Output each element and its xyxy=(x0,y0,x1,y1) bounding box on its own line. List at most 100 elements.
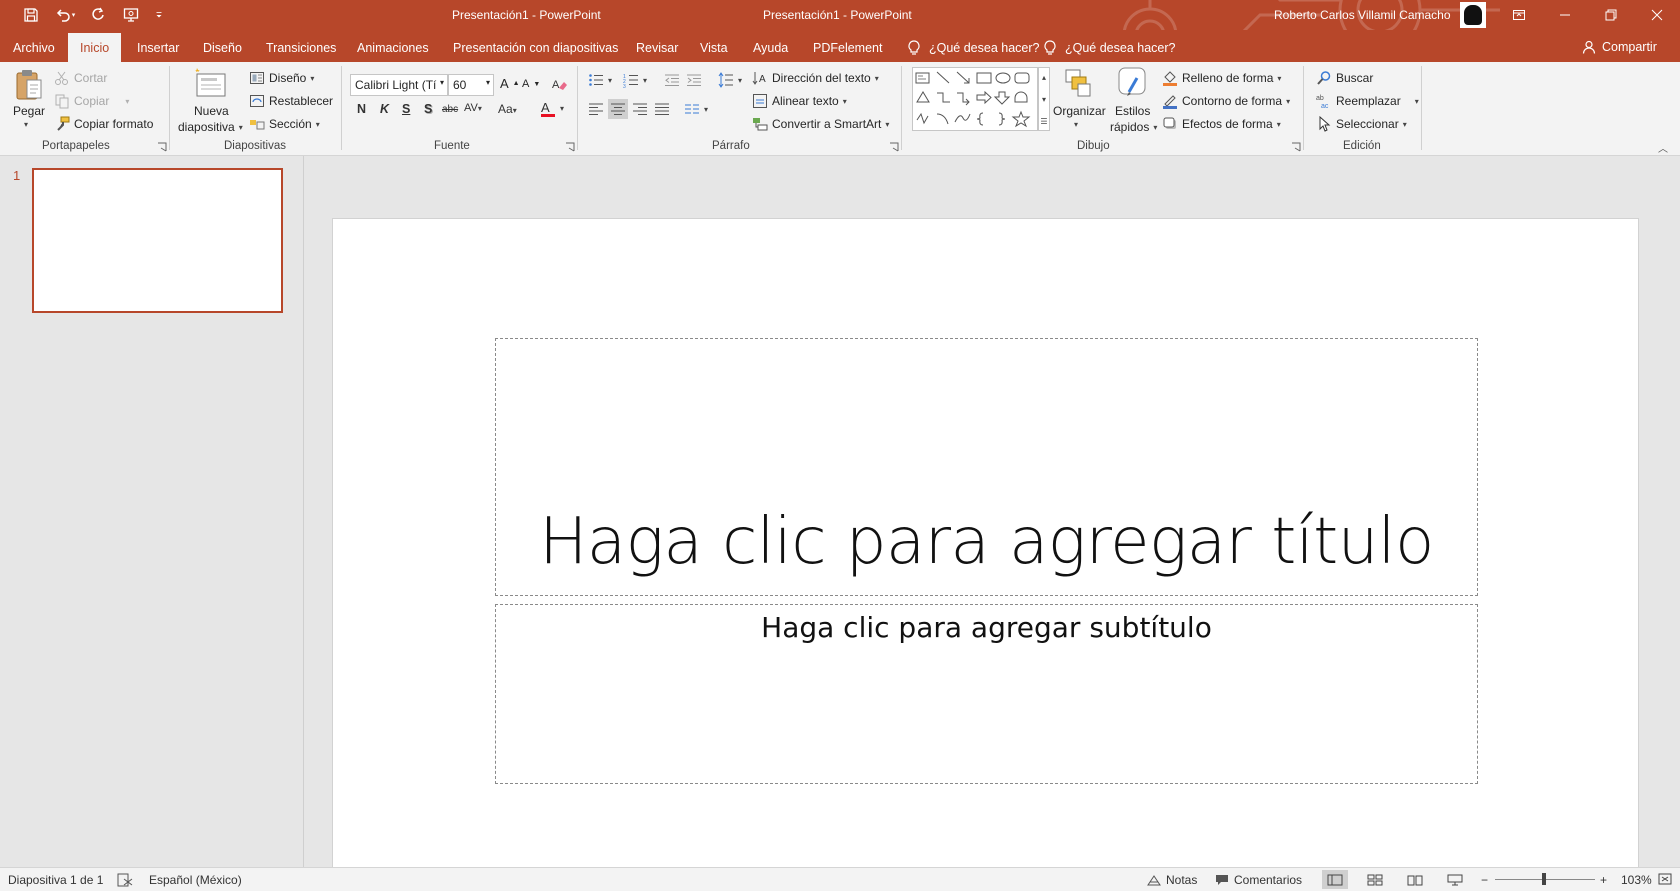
save-button[interactable] xyxy=(18,4,44,26)
copy-dropdown-icon[interactable]: ▾ xyxy=(125,97,129,106)
close-button[interactable] xyxy=(1634,0,1680,30)
convert-smartart-button[interactable]: Convertir a SmartArt ▾ xyxy=(752,116,889,132)
shape-effects-button[interactable]: Efectos de forma ▾ xyxy=(1162,116,1281,132)
quick-styles-label-2[interactable]: rápidos ▾ xyxy=(1110,120,1157,134)
italic-button[interactable]: K xyxy=(380,102,389,116)
numbering-button[interactable]: 1 2 3 ▾ xyxy=(623,72,647,88)
fit-slide-button[interactable] xyxy=(1658,873,1672,885)
font-size-dropdown-icon[interactable]: ▾ xyxy=(486,78,490,87)
strikethrough-button[interactable]: abc xyxy=(442,104,458,115)
shapes-gallery[interactable] xyxy=(912,67,1038,131)
subtitle-placeholder[interactable]: Haga clic para agregar subtítulo xyxy=(495,604,1478,784)
comments-button[interactable]: Comentarios xyxy=(1215,873,1302,887)
dialog-launcher-icon[interactable] xyxy=(1291,142,1301,152)
reading-view-button[interactable] xyxy=(1402,870,1428,889)
arrange-button[interactable] xyxy=(1064,68,1092,101)
dialog-launcher-icon[interactable] xyxy=(565,142,575,152)
language-indicator[interactable]: Español (México) xyxy=(149,873,242,887)
cut-button[interactable]: Cortar xyxy=(54,70,107,86)
tab-archivo[interactable]: Archivo xyxy=(13,37,55,59)
justify-button[interactable] xyxy=(654,101,670,117)
undo-dropdown-icon[interactable]: ▾ xyxy=(72,11,76,19)
replace-button[interactable]: ab ac Reemplazar ▾ xyxy=(1316,93,1419,109)
zoom-out-button[interactable]: − xyxy=(1481,873,1488,887)
tab-presentacion[interactable]: Presentación con diapositivas xyxy=(453,37,618,59)
shapes-gallery-scroll[interactable]: ▴ ▾ ☰ xyxy=(1038,67,1050,131)
find-button[interactable]: Buscar xyxy=(1316,70,1373,86)
font-size-combo[interactable]: 60 ▾ xyxy=(448,74,494,96)
redo-button[interactable] xyxy=(86,4,112,26)
grow-font-button[interactable]: A ▲ xyxy=(500,76,520,91)
ribbon-display-options-button[interactable] xyxy=(1496,0,1542,30)
tell-me-box-secondary[interactable]: ¿Qué desea hacer? xyxy=(1043,40,1176,56)
columns-button[interactable]: ▾ xyxy=(684,101,708,117)
format-painter-button[interactable]: Copiar formato xyxy=(54,116,153,132)
tab-animaciones[interactable]: Animaciones xyxy=(357,37,429,59)
bullets-button[interactable]: ▾ xyxy=(588,72,612,88)
align-text-button[interactable]: Alinear texto ▾ xyxy=(752,93,847,109)
decrease-indent-button[interactable] xyxy=(664,72,680,88)
align-right-button[interactable] xyxy=(632,101,648,117)
dialog-launcher-icon[interactable] xyxy=(157,142,167,152)
slideshow-view-button[interactable] xyxy=(1442,870,1468,889)
arrange-dropdown-icon[interactable]: ▾ xyxy=(1074,120,1078,129)
change-case-button[interactable]: Aa▾ xyxy=(498,102,517,116)
normal-view-button[interactable] xyxy=(1322,870,1348,889)
tab-inicio[interactable]: Inicio xyxy=(68,33,122,62)
start-from-beginning-button[interactable] xyxy=(118,4,144,26)
shape-outline-button[interactable]: Contorno de forma ▾ xyxy=(1162,93,1290,109)
increase-indent-button[interactable] xyxy=(686,72,702,88)
shrink-font-button[interactable]: A ▼ xyxy=(522,78,540,90)
new-slide-label-1[interactable]: Nueva xyxy=(194,104,229,118)
gallery-more-icon[interactable]: ☰ xyxy=(1040,117,1047,126)
notes-button[interactable]: Notas xyxy=(1147,873,1197,887)
section-button[interactable]: Sección ▾ xyxy=(249,116,320,132)
clear-formatting-button[interactable]: A xyxy=(551,76,567,92)
font-name-dropdown-icon[interactable]: ▾ xyxy=(440,78,444,87)
paste-button[interactable] xyxy=(14,68,44,105)
tab-diseno[interactable]: Diseño xyxy=(203,37,242,59)
reset-button[interactable]: Restablecer xyxy=(249,93,333,109)
tell-me-box[interactable]: ¿Qué desea hacer? xyxy=(907,40,1040,56)
font-color-dropdown-icon[interactable]: ▾ xyxy=(560,104,564,113)
arrange-label[interactable]: Organizar xyxy=(1053,104,1106,118)
align-left-button[interactable] xyxy=(588,101,604,117)
select-button[interactable]: Seleccionar ▾ xyxy=(1316,116,1407,132)
new-slide-button[interactable] xyxy=(193,66,227,103)
paste-label[interactable]: Pegar xyxy=(13,104,45,118)
scroll-up-icon[interactable]: ▴ xyxy=(1042,73,1046,82)
shadow-button[interactable]: S xyxy=(424,102,432,116)
bold-button[interactable]: N xyxy=(357,102,366,116)
paste-dropdown-icon[interactable]: ▾ xyxy=(24,120,28,129)
font-name-combo[interactable]: Calibri Light (Tí ▾ xyxy=(350,74,448,96)
user-name[interactable]: Roberto Carlos Villamil Camacho xyxy=(1274,8,1451,22)
new-slide-label-2[interactable]: diapositiva ▾ xyxy=(178,120,243,134)
undo-button[interactable]: ▾ xyxy=(50,4,80,26)
share-button[interactable]: Compartir xyxy=(1582,40,1657,54)
font-color-button[interactable]: A xyxy=(541,100,555,117)
tab-revisar[interactable]: Revisar xyxy=(636,37,678,59)
customize-qat-button[interactable] xyxy=(150,4,168,26)
quick-styles-label-1[interactable]: Estilos xyxy=(1115,104,1150,118)
minimize-button[interactable] xyxy=(1542,0,1588,30)
avatar[interactable] xyxy=(1460,2,1486,28)
title-placeholder[interactable]: Haga clic para agregar título xyxy=(495,338,1478,596)
zoom-slider-thumb[interactable] xyxy=(1542,873,1546,885)
slide-thumbnail[interactable] xyxy=(32,168,283,313)
slide-canvas[interactable]: Haga clic para agregar título Haga clic … xyxy=(332,218,1639,868)
restore-button[interactable] xyxy=(1588,0,1634,30)
zoom-level[interactable]: 103% xyxy=(1621,873,1652,887)
tab-vista[interactable]: Vista xyxy=(700,37,728,59)
layout-button[interactable]: Diseño ▾ xyxy=(249,70,314,86)
tab-ayuda[interactable]: Ayuda xyxy=(753,37,788,59)
spelling-check-icon[interactable] xyxy=(117,873,133,887)
zoom-in-button[interactable]: + xyxy=(1600,873,1607,887)
tab-insertar[interactable]: Insertar xyxy=(137,37,179,59)
shape-fill-button[interactable]: Relleno de forma ▾ xyxy=(1162,70,1281,86)
underline-button[interactable]: S xyxy=(402,102,410,116)
copy-button[interactable]: Copiar ▾ xyxy=(54,93,129,109)
dialog-launcher-icon[interactable] xyxy=(889,142,899,152)
scroll-down-icon[interactable]: ▾ xyxy=(1042,95,1046,104)
collapse-ribbon-icon[interactable]: ︿ xyxy=(1658,140,1668,155)
align-center-button[interactable] xyxy=(608,99,628,119)
